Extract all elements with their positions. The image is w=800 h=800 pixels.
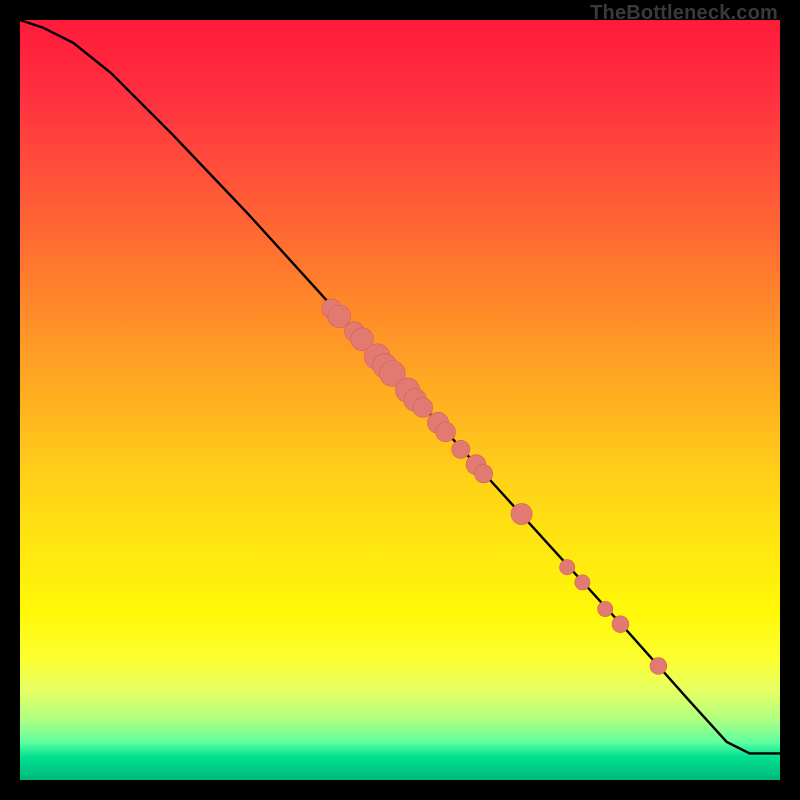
chart-markers (322, 299, 667, 674)
chart-marker (650, 658, 667, 675)
chart-marker (475, 465, 493, 483)
chart-marker (413, 398, 433, 418)
chart-marker (612, 616, 629, 633)
chart-marker (511, 503, 532, 524)
chart-svg (20, 20, 780, 780)
chart-marker (328, 305, 351, 328)
chart-marker (452, 440, 470, 458)
chart-marker (436, 422, 456, 442)
chart-marker (598, 601, 613, 616)
chart-marker (575, 575, 590, 590)
chart-marker (560, 560, 575, 575)
